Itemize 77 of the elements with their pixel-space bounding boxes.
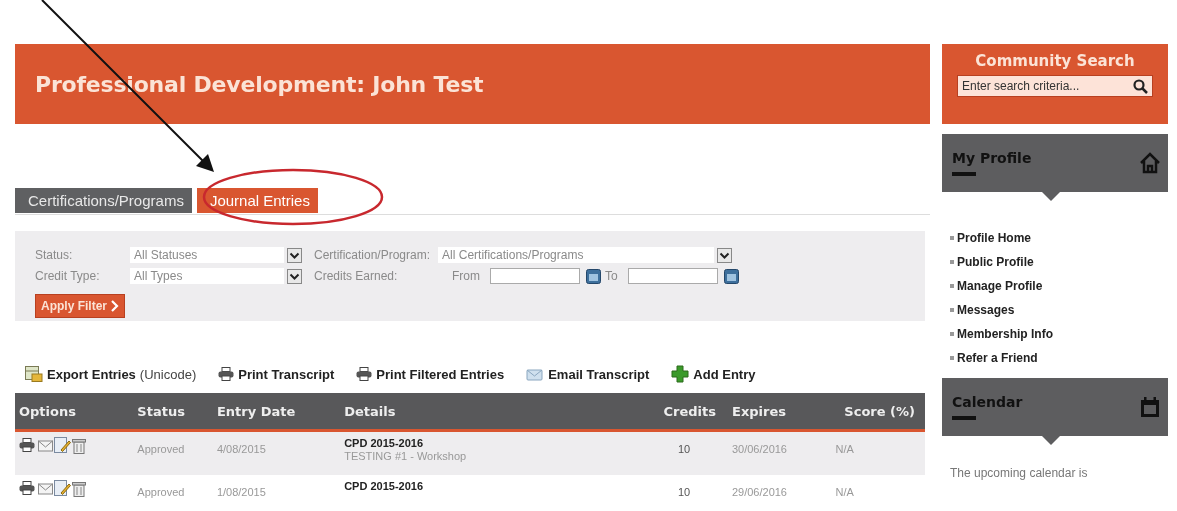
date-input[interactable]	[490, 268, 580, 284]
profile-link[interactable]: Profile Home	[950, 228, 1168, 248]
column-header: Entry Date	[215, 403, 297, 419]
bullet-icon	[950, 236, 954, 240]
search-input[interactable]: Enter search criteria...	[962, 79, 1112, 93]
profile-link[interactable]: Public Profile	[950, 252, 1168, 272]
printer-icon	[356, 367, 373, 381]
tab[interactable]: Certifications/Programs	[15, 188, 192, 213]
column-header: Options	[18, 403, 77, 419]
envelope-icon	[38, 439, 53, 452]
action-link[interactable]: Print Transcript	[218, 365, 335, 383]
column-header: Status	[136, 403, 186, 419]
date-input[interactable]	[627, 268, 718, 284]
edit-note-icon	[54, 480, 71, 497]
field-label: Credit Type:	[35, 269, 101, 283]
search-icon	[1133, 78, 1148, 94]
table-cell-text: 10	[677, 442, 692, 456]
column-header: Expires	[731, 403, 788, 419]
home-icon	[1138, 151, 1162, 175]
chevron-icon	[111, 300, 119, 312]
panel-title: My Profile	[952, 150, 1032, 166]
underline-bar-icon	[952, 416, 976, 420]
action-link[interactable]: Print Filtered Entries	[356, 365, 505, 383]
bullet-icon	[950, 308, 954, 312]
trash-icon	[72, 437, 86, 454]
bullet-icon	[950, 260, 954, 264]
table-cell-text: Approved	[136, 485, 186, 499]
table-cell-text: 4/08/2015	[215, 442, 267, 456]
dropdown[interactable]: All Certifications/Programs	[438, 247, 715, 263]
action-link[interactable]: Email Transcript	[526, 365, 650, 383]
printer-icon	[218, 367, 235, 381]
bullet-icon	[950, 356, 954, 360]
profile-link[interactable]: Refer a Friend	[950, 348, 1168, 368]
envelope-icon	[526, 366, 545, 382]
profile-link[interactable]: Membership Info	[950, 324, 1168, 344]
dropdown[interactable]: All Types	[130, 268, 284, 284]
trash-icon	[72, 480, 86, 497]
search-field[interactable]: Enter search criteria...	[957, 75, 1153, 97]
column-header: Details	[343, 403, 397, 419]
profile-link[interactable]: Messages	[950, 300, 1168, 320]
table-cell-text: 10	[677, 485, 692, 499]
table-cell-text: TESTING #1 - Workshop	[344, 450, 468, 463]
printer-icon	[19, 438, 37, 453]
bullet-icon	[950, 284, 954, 288]
calendar-icon	[723, 268, 739, 284]
action-link[interactable]: Export Entries (Unicode)	[25, 365, 197, 383]
bullet-icon	[950, 332, 954, 336]
field-label: Status:	[35, 248, 74, 262]
column-header: Score (%)	[843, 403, 916, 419]
field-label: From	[452, 269, 480, 283]
action-link[interactable]: Add Entry	[671, 365, 756, 383]
dropdown[interactable]: All Statuses	[130, 247, 284, 263]
plus-icon	[671, 365, 690, 383]
field-label: To	[605, 269, 618, 283]
table-cell-text: Approved	[136, 442, 186, 456]
edit-note-icon	[54, 437, 71, 454]
column-header: Credits	[662, 403, 718, 419]
profile-link[interactable]: Manage Profile	[950, 276, 1168, 296]
tab[interactable]: Journal Entries	[196, 188, 318, 213]
field-label: Credits Earned:	[314, 269, 399, 283]
calendar-icon	[1138, 395, 1162, 419]
printer-icon	[19, 481, 37, 496]
envelope-icon	[38, 482, 53, 495]
table-cell-text: CPD 2015-2016	[344, 437, 425, 450]
table-cell-text: 30/06/2016	[730, 442, 788, 456]
spreadsheet-icon	[25, 366, 43, 382]
table-cell-text: 29/06/2016	[730, 485, 788, 499]
calendar-icon	[586, 268, 601, 284]
panel-title: Calendar	[952, 394, 1023, 410]
calendar-message: The upcoming calendar is	[949, 466, 1089, 480]
table-cell-text: 1/08/2015	[215, 485, 267, 499]
field-label: Certification/Program:	[314, 248, 431, 262]
table-cell-text: N/A	[834, 485, 855, 499]
panel-title: Community Search	[975, 52, 1135, 70]
table-cell-text: CPD 2015-2016	[344, 480, 425, 493]
underline-bar-icon	[952, 172, 976, 176]
table-cell-text: N/A	[834, 442, 855, 456]
